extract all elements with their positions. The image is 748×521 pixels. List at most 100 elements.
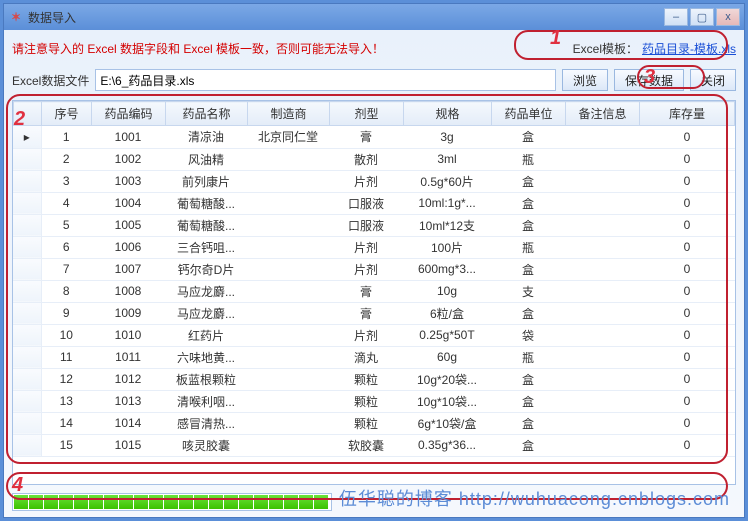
data-import-window: ✶ 数据导入 – ▢ x 请注意导入的 Excel 数据字段和 Excel 模板…	[3, 3, 745, 518]
cell-stock: 0	[639, 302, 735, 324]
cell-spec: 10g	[403, 280, 491, 302]
cell-unit: 盒	[491, 434, 565, 456]
column-header[interactable]: 备注信息	[566, 102, 640, 126]
cell-unit: 瓶	[491, 148, 565, 170]
close-window-button[interactable]: x	[716, 8, 740, 26]
row-selector[interactable]	[13, 434, 41, 456]
table-row[interactable]: 61006三合钙咀...片剂100片瓶0	[13, 236, 735, 258]
row-selector[interactable]	[13, 302, 41, 324]
progress-segment	[149, 495, 163, 509]
column-header[interactable]: 药品名称	[166, 102, 248, 126]
row-selector[interactable]	[13, 280, 41, 302]
cell-unit: 瓶	[491, 346, 565, 368]
cell-code: 1013	[91, 390, 165, 412]
cell-no: 11	[41, 346, 91, 368]
column-header[interactable]	[14, 102, 42, 126]
cell-spec: 10g*20袋...	[403, 368, 491, 390]
cell-stock: 0	[639, 390, 735, 412]
cell-unit: 盒	[491, 412, 565, 434]
progress-segment	[14, 495, 28, 509]
table-row[interactable]: 141014感冒清热...颗粒6g*10袋/盒盒0	[13, 412, 735, 434]
cell-no: 4	[41, 192, 91, 214]
grid-scroll[interactable]: ▸11001清凉油北京同仁堂膏3g盒021002风油精散剂3ml瓶031003前…	[13, 126, 735, 484]
cell-unit: 盒	[491, 170, 565, 192]
cell-note	[565, 148, 639, 170]
table-row[interactable]: 111011六味地黄...滴丸60g瓶0	[13, 346, 735, 368]
column-header[interactable]: 制造商	[248, 102, 330, 126]
column-header[interactable]: 药品编码	[92, 102, 166, 126]
cell-spec: 6粒/盒	[403, 302, 491, 324]
table-row[interactable]: 81008马应龙麝...膏10g支0	[13, 280, 735, 302]
table-row[interactable]: 91009马应龙麝...膏6粒/盒盒0	[13, 302, 735, 324]
column-header[interactable]: 药品单位	[492, 102, 566, 126]
cell-note	[565, 434, 639, 456]
cell-spec: 10ml:1g*...	[403, 192, 491, 214]
table-row[interactable]: 131013清喉利咽...颗粒10g*10袋...盒0	[13, 390, 735, 412]
cell-spec: 10g*10袋...	[403, 390, 491, 412]
cell-stock: 0	[639, 236, 735, 258]
row-selector[interactable]	[13, 148, 41, 170]
cell-spec: 600mg*3...	[403, 258, 491, 280]
maximize-button[interactable]: ▢	[690, 8, 714, 26]
cell-stock: 0	[639, 346, 735, 368]
template-label: Excel模板：	[573, 40, 638, 57]
cell-code: 1001	[91, 126, 165, 148]
table-row[interactable]: 101010红药片片剂0.25g*50T袋0	[13, 324, 735, 346]
cell-name: 风油精	[165, 148, 247, 170]
row-selector[interactable]	[13, 324, 41, 346]
row-selector[interactable]	[13, 368, 41, 390]
grid-header-table: 序号药品编码药品名称制造商剂型规格药品单位备注信息库存量	[13, 101, 735, 126]
row-selector[interactable]	[13, 412, 41, 434]
cell-code: 1003	[91, 170, 165, 192]
progress-segment	[164, 495, 178, 509]
cell-unit: 盒	[491, 258, 565, 280]
cell-code: 1010	[91, 324, 165, 346]
row-selector[interactable]	[13, 192, 41, 214]
cell-name: 葡萄糖酸...	[165, 192, 247, 214]
cell-name: 三合钙咀...	[165, 236, 247, 258]
cell-maker	[247, 346, 329, 368]
template-link[interactable]: 药品目录-模板.xls	[642, 40, 736, 57]
row-selector[interactable]	[13, 346, 41, 368]
cell-note	[565, 368, 639, 390]
cell-form: 颗粒	[329, 412, 403, 434]
row-selector[interactable]	[13, 390, 41, 412]
table-row[interactable]: 21002风油精散剂3ml瓶0	[13, 148, 735, 170]
table-row[interactable]: ▸11001清凉油北京同仁堂膏3g盒0	[13, 126, 735, 148]
cell-maker: 北京同仁堂	[247, 126, 329, 148]
cell-spec: 3ml	[403, 148, 491, 170]
cell-spec: 60g	[403, 346, 491, 368]
close-button[interactable]: 关闭	[690, 69, 736, 91]
column-header[interactable]: 库存量	[640, 102, 735, 126]
table-row[interactable]: 71007钙尔奇D片片剂600mg*3...盒0	[13, 258, 735, 280]
minimize-button[interactable]: –	[664, 8, 688, 26]
column-header[interactable]: 规格	[404, 102, 492, 126]
cell-no: 6	[41, 236, 91, 258]
row-selector[interactable]	[13, 170, 41, 192]
cell-spec: 100片	[403, 236, 491, 258]
row-selector[interactable]	[13, 236, 41, 258]
table-row[interactable]: 151015咳灵胶囊软胶囊0.35g*36...盒0	[13, 434, 735, 456]
path-label: Excel数据文件	[12, 72, 89, 89]
cell-no: 15	[41, 434, 91, 456]
cell-unit: 盒	[491, 390, 565, 412]
cell-spec: 0.25g*50T	[403, 324, 491, 346]
save-data-button[interactable]: 保存数据	[614, 69, 684, 91]
cell-spec: 0.5g*60片	[403, 170, 491, 192]
excel-path-input[interactable]	[95, 69, 556, 91]
cell-unit: 盒	[491, 192, 565, 214]
row-selector[interactable]	[13, 214, 41, 236]
cell-stock: 0	[639, 192, 735, 214]
table-row[interactable]: 51005葡萄糖酸...口服液10ml*12支盒0	[13, 214, 735, 236]
column-header[interactable]: 序号	[42, 102, 92, 126]
row-selector[interactable]	[13, 258, 41, 280]
column-header[interactable]: 剂型	[330, 102, 404, 126]
table-row[interactable]: 121012板蓝根颗粒颗粒10g*20袋...盒0	[13, 368, 735, 390]
cell-maker	[247, 214, 329, 236]
browse-button[interactable]: 浏览	[562, 69, 608, 91]
table-row[interactable]: 41004葡萄糖酸...口服液10ml:1g*...盒0	[13, 192, 735, 214]
cell-form: 滴丸	[329, 346, 403, 368]
table-row[interactable]: 31003前列康片片剂0.5g*60片盒0	[13, 170, 735, 192]
cell-note	[565, 302, 639, 324]
row-selector[interactable]: ▸	[13, 126, 41, 148]
